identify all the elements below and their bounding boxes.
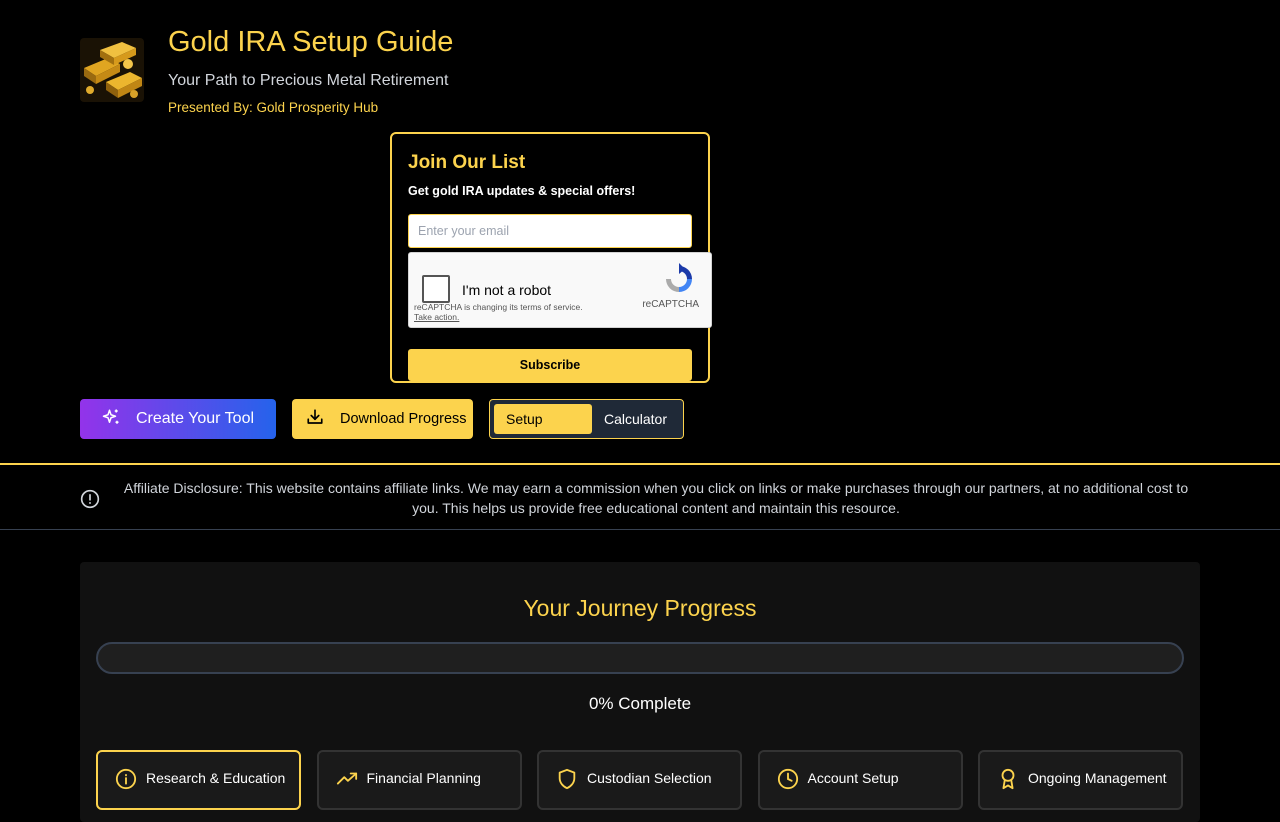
- shield-icon: [556, 768, 578, 793]
- award-icon: [997, 768, 1019, 793]
- action-toolbar: Create Your Tool Download Progress Setup…: [80, 399, 684, 457]
- disclosure-text: Affiliate Disclosure: This website conta…: [123, 480, 1189, 516]
- recaptcha-brand: reCAPTCHA: [642, 299, 699, 310]
- step-label: Research & Education: [146, 770, 286, 786]
- recaptcha-checkbox[interactable]: [422, 275, 450, 303]
- progress-bar: [96, 642, 1184, 674]
- page-header: Gold IRA Setup Guide Your Path to Precio…: [80, 26, 453, 115]
- alert-circle-icon: [80, 489, 100, 514]
- download-icon: [306, 408, 324, 430]
- affiliate-disclosure: Affiliate Disclosure: This website conta…: [0, 463, 1280, 530]
- subscribe-button[interactable]: Subscribe: [408, 349, 692, 381]
- progress-heading: Your Journey Progress: [523, 595, 757, 621]
- step-label: Custodian Selection: [587, 770, 712, 786]
- step-label: Financial Planning: [366, 770, 481, 786]
- gold-bars-logo: [80, 38, 144, 102]
- recaptcha-label: I'm not a robot: [462, 282, 552, 298]
- step-account-setup[interactable]: Account Setup: [757, 750, 963, 810]
- journey-steps: Research & Education Financial Planning …: [96, 750, 1199, 810]
- presented-by: Presented By: Gold Prosperity Hub: [168, 100, 379, 115]
- create-tool-button[interactable]: Create Your Tool: [80, 399, 276, 439]
- step-label: Account Setup: [807, 770, 899, 786]
- recaptcha-note: reCAPTCHA is changing its terms of servi…: [414, 302, 583, 322]
- step-custodian-selection[interactable]: Custodian Selection: [537, 750, 742, 810]
- signup-subheading: Get gold IRA updates & special offers!: [408, 184, 636, 198]
- tab-calculator[interactable]: Calculator: [592, 404, 679, 434]
- signup-heading: Join Our List: [408, 152, 526, 173]
- page-subtitle: Your Path to Precious Metal Retirement: [168, 72, 449, 89]
- recaptcha-widget: I'm not a robot reCAPTCHA is changing it…: [408, 252, 712, 328]
- recaptcha-take-action-link[interactable]: Take action.: [414, 312, 583, 322]
- journey-progress-panel: Your Journey Progress 0% Complete Resear…: [80, 562, 1200, 822]
- trending-up-icon: [336, 768, 358, 793]
- step-ongoing-management[interactable]: Ongoing Management: [978, 750, 1183, 810]
- step-label: Ongoing Management: [1028, 770, 1167, 786]
- page-title: Gold IRA Setup Guide: [168, 26, 454, 58]
- info-icon: [115, 768, 137, 793]
- view-toggle: Setup Guide Calculator: [489, 399, 684, 457]
- newsletter-signup: Join Our List Get gold IRA updates & spe…: [390, 132, 712, 383]
- sparkles-icon: [102, 408, 120, 431]
- recaptcha-terms: reCAPTCHA is changing its terms of servi…: [414, 302, 583, 312]
- progress-percent: 0% Complete: [588, 694, 692, 713]
- tab-setup-guide[interactable]: Setup Guide: [494, 404, 592, 457]
- step-research-education[interactable]: Research & Education: [96, 750, 301, 810]
- download-progress-label: Download Progress: [340, 411, 467, 427]
- recaptcha-logo-icon: [659, 263, 699, 300]
- download-progress-button[interactable]: Download Progress: [292, 399, 473, 439]
- email-field[interactable]: Enter your email: [408, 214, 692, 248]
- step-financial-planning[interactable]: Financial Planning: [316, 750, 522, 810]
- clock-icon: [777, 768, 799, 793]
- create-tool-label: Create Your Tool: [136, 410, 255, 427]
